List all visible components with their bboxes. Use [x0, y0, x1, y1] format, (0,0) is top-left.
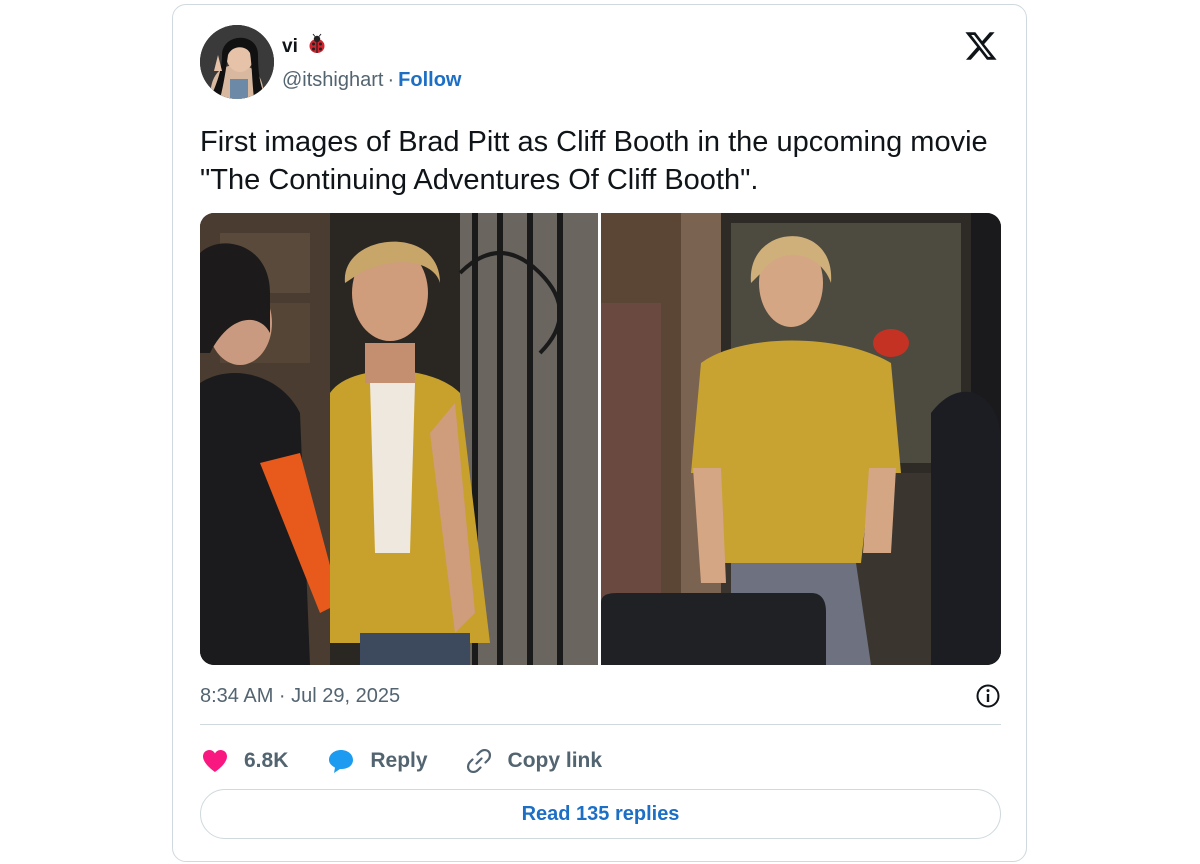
author-handle-row: @itshighart · Follow	[282, 69, 461, 92]
divider	[200, 724, 1001, 725]
tweet-text: First images of Brad Pitt as Cliff Booth…	[200, 126, 988, 196]
tweet-photo-1[interactable]	[200, 213, 598, 665]
read-replies-button[interactable]: Read 135 replies	[200, 789, 1001, 839]
author-display-name[interactable]: vi	[282, 36, 298, 58]
author-name-row: vi	[282, 33, 328, 60]
x-logo-icon[interactable]	[964, 29, 998, 63]
photo-2-image	[601, 213, 1001, 665]
tweet-timestamp[interactable]: 8:34 AM · Jul 29, 2025	[200, 685, 400, 708]
speech-bubble-icon	[326, 746, 356, 776]
handle-separator: ·	[387, 69, 395, 91]
tweet-actions: 6.8K Reply Copy link	[200, 743, 602, 779]
ladybug-icon	[306, 33, 328, 60]
reply-button[interactable]: Reply	[326, 746, 428, 776]
reply-label: Reply	[370, 749, 428, 772]
author-handle[interactable]: @itshighart	[282, 69, 383, 92]
timestamp-row: 8:34 AM · Jul 29, 2025	[200, 681, 1001, 711]
like-button[interactable]: 6.8K	[200, 746, 288, 776]
link-icon	[464, 746, 494, 776]
photo-1-image	[200, 213, 598, 665]
follow-button[interactable]: Follow	[398, 69, 461, 92]
tweet-photo-2[interactable]	[601, 213, 1001, 665]
copy-link-label: Copy link	[507, 749, 603, 772]
like-count: 6.8K	[244, 749, 289, 772]
tweet-embed-card: vi @itshighart · Follow First images of …	[172, 4, 1027, 862]
info-icon[interactable]	[975, 683, 1001, 709]
tweet-media-grid[interactable]	[200, 213, 1001, 665]
author-avatar[interactable]	[200, 25, 274, 99]
avatar-photo	[200, 25, 274, 99]
heart-icon	[200, 746, 230, 776]
copy-link-button[interactable]: Copy link	[464, 746, 603, 776]
